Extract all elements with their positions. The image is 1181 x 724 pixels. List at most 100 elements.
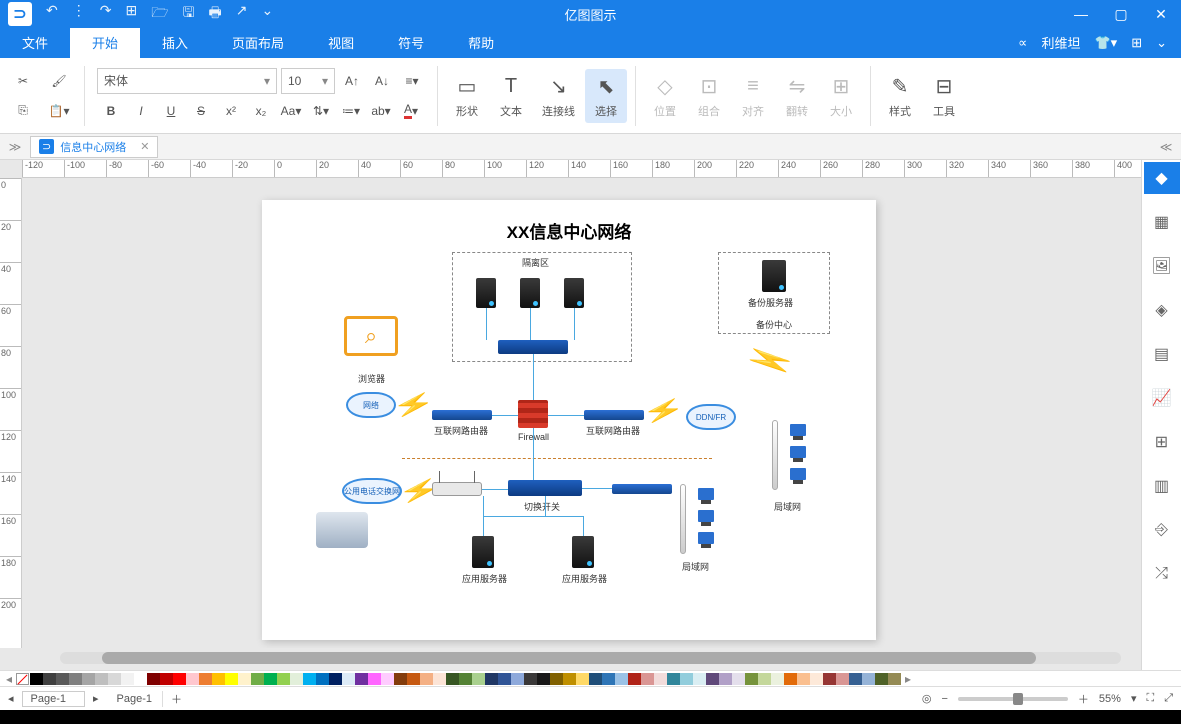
router-2[interactable] xyxy=(584,410,644,420)
image-panel-button[interactable]: 🖼 xyxy=(1144,250,1180,282)
text-tool[interactable]: T文本 xyxy=(490,69,532,123)
color-swatch[interactable] xyxy=(251,673,264,685)
zoom-out-button[interactable]: − xyxy=(941,693,947,705)
bold-button[interactable]: B xyxy=(98,98,124,124)
color-swatch[interactable] xyxy=(381,673,394,685)
color-swatch[interactable] xyxy=(758,673,771,685)
color-swatch[interactable] xyxy=(173,673,186,685)
superscript-button[interactable]: x² xyxy=(218,98,244,124)
color-swatch[interactable] xyxy=(472,673,485,685)
color-swatch[interactable] xyxy=(693,673,706,685)
strike-button[interactable]: S xyxy=(188,98,214,124)
subscript-button[interactable]: x₂ xyxy=(248,98,274,124)
tab-insert[interactable]: 插入 xyxy=(140,27,210,58)
shrink-font-button[interactable]: A↓ xyxy=(369,68,395,94)
format-painter-button[interactable]: 🖌 xyxy=(46,68,72,94)
italic-button[interactable]: I xyxy=(128,98,154,124)
print-button[interactable]: 🖶 xyxy=(209,2,222,26)
color-swatch[interactable] xyxy=(862,673,875,685)
qat-more[interactable]: ⌄ xyxy=(261,2,273,26)
new-button[interactable]: ⊞ xyxy=(125,2,137,26)
color-swatch[interactable] xyxy=(212,673,225,685)
color-swatch[interactable] xyxy=(121,673,134,685)
firewall[interactable] xyxy=(518,400,548,428)
color-swatch[interactable] xyxy=(446,673,459,685)
color-next[interactable]: ▸ xyxy=(905,672,911,686)
lan-bus-2[interactable] xyxy=(772,420,778,490)
color-swatch[interactable] xyxy=(641,673,654,685)
color-swatch[interactable] xyxy=(459,673,472,685)
grid-panel-button[interactable]: ▦ xyxy=(1144,206,1180,238)
paste-button[interactable]: 📋▾ xyxy=(46,98,72,124)
page-nav-prev[interactable]: ◂ xyxy=(8,692,14,705)
color-swatch[interactable] xyxy=(342,673,355,685)
color-swatch[interactable] xyxy=(355,673,368,685)
page-select[interactable]: Page-1 xyxy=(22,691,85,707)
page-nav-next[interactable]: ▸ xyxy=(93,692,99,705)
color-swatch[interactable] xyxy=(199,673,212,685)
collapse-panel-button[interactable]: ≪ xyxy=(1151,140,1181,154)
tab-pagelayout[interactable]: 页面布局 xyxy=(210,27,306,58)
line-spacing-button[interactable]: ⇅▾ xyxy=(308,98,334,124)
color-swatch[interactable] xyxy=(433,673,446,685)
minimize-button[interactable]: — xyxy=(1061,6,1101,23)
tab-file[interactable]: 文件 xyxy=(0,27,70,58)
color-swatch[interactable] xyxy=(628,673,641,685)
shape-tool[interactable]: ▭形状 xyxy=(446,69,488,123)
lan2-pc1[interactable] xyxy=(790,424,806,436)
maximize-button[interactable]: ▢ xyxy=(1101,6,1141,23)
dmz-switch[interactable] xyxy=(498,340,568,354)
color-swatch[interactable] xyxy=(667,673,680,685)
stats-panel-button[interactable]: ▥ xyxy=(1144,470,1180,502)
tab-home[interactable]: 开始 xyxy=(70,27,140,58)
color-swatch[interactable] xyxy=(836,673,849,685)
close-button[interactable]: ✕ xyxy=(1141,6,1181,23)
grow-font-button[interactable]: A↑ xyxy=(339,68,365,94)
undo-button[interactable]: ↶ xyxy=(46,2,58,26)
lan1-pc2[interactable] xyxy=(698,510,714,522)
bullets-button[interactable]: ≔▾ xyxy=(338,98,364,124)
color-swatch[interactable] xyxy=(823,673,836,685)
color-swatch[interactable] xyxy=(680,673,693,685)
open-button[interactable]: 🗁 xyxy=(151,2,168,26)
router-1[interactable] xyxy=(432,410,492,420)
color-swatch[interactable] xyxy=(602,673,615,685)
fullscreen-button[interactable]: ⤢ xyxy=(1164,692,1173,705)
tools-tool[interactable]: ⊟工具 xyxy=(923,69,965,123)
zoom-in-button[interactable]: ＋ xyxy=(1078,691,1089,707)
color-swatch[interactable] xyxy=(732,673,745,685)
dmz-server-3[interactable] xyxy=(564,278,584,308)
copy-button[interactable]: ⎘ xyxy=(10,98,36,124)
fit-page-button[interactable]: ⛶ xyxy=(1146,692,1154,705)
tab-view[interactable]: 视图 xyxy=(306,27,376,58)
dmz-server-1[interactable] xyxy=(476,278,496,308)
pstn-cloud[interactable]: 公用电话交换网 xyxy=(342,478,402,504)
collapse-ribbon-icon[interactable]: ⌄ xyxy=(1156,35,1167,51)
color-swatch[interactable] xyxy=(771,673,784,685)
color-swatch[interactable] xyxy=(134,673,147,685)
color-swatch[interactable] xyxy=(368,673,381,685)
color-swatch[interactable] xyxy=(706,673,719,685)
color-swatch[interactable] xyxy=(875,673,888,685)
color-swatch[interactable] xyxy=(238,673,251,685)
page-tab[interactable]: Page-1 xyxy=(107,691,163,707)
color-swatch[interactable] xyxy=(810,673,823,685)
color-swatch[interactable] xyxy=(69,673,82,685)
color-swatch[interactable] xyxy=(524,673,537,685)
color-swatch[interactable] xyxy=(82,673,95,685)
lan-bus-1[interactable] xyxy=(680,484,686,554)
page-panel-button[interactable]: ▤ xyxy=(1144,338,1180,370)
network-cloud[interactable]: 网络 xyxy=(346,392,396,418)
lan2-pc2[interactable] xyxy=(790,446,806,458)
color-swatch[interactable] xyxy=(563,673,576,685)
export-button[interactable]: ↗ xyxy=(236,2,248,26)
color-swatch[interactable] xyxy=(615,673,628,685)
chart-panel-button[interactable]: 📈 xyxy=(1144,382,1180,414)
color-swatch[interactable] xyxy=(329,673,342,685)
color-swatch[interactable] xyxy=(264,673,277,685)
color-swatch[interactable] xyxy=(95,673,108,685)
color-swatch[interactable] xyxy=(277,673,290,685)
connector-tool[interactable]: ↘连接线 xyxy=(534,69,583,123)
color-swatch[interactable] xyxy=(745,673,758,685)
dmz-server-2[interactable] xyxy=(520,278,540,308)
